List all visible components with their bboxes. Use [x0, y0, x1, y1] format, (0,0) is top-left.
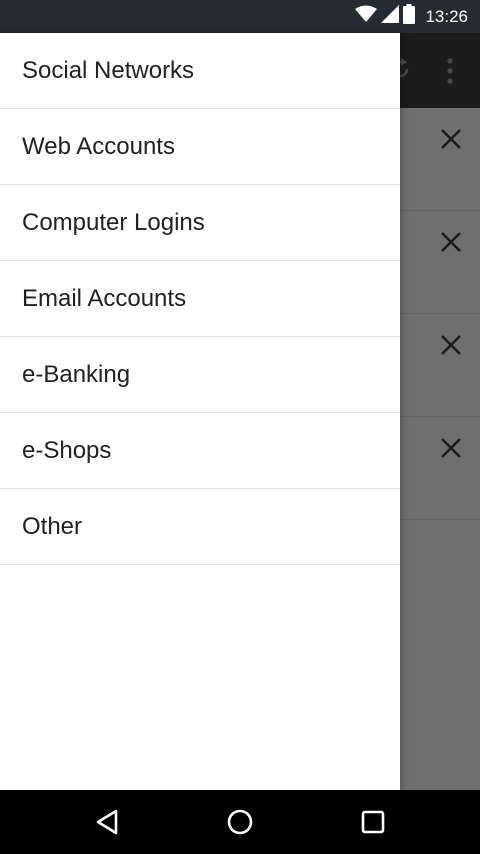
- drawer-item-label: Other: [22, 512, 83, 540]
- battery-icon: [403, 4, 416, 29]
- cell-signal-icon: [381, 5, 400, 28]
- status-bar: 13:26: [0, 0, 480, 33]
- drawer-item-label: Web Accounts: [22, 132, 175, 160]
- drawer-item-computer-logins[interactable]: Computer Logins: [0, 185, 400, 261]
- drawer-item-label: e-Shops: [22, 436, 112, 464]
- drawer-item-e-banking[interactable]: e-Banking: [0, 337, 400, 413]
- drawer-item-web-accounts[interactable]: Web Accounts: [0, 109, 400, 185]
- drawer-item-email-accounts[interactable]: Email Accounts: [0, 261, 400, 337]
- drawer-item-other[interactable]: Other: [0, 489, 400, 565]
- drawer-item-label: e-Banking: [22, 360, 131, 388]
- drawer-item-social-networks[interactable]: Social Networks: [0, 33, 400, 109]
- drawer-item-e-shops[interactable]: e-Shops: [0, 413, 400, 489]
- drawer-item-label: Email Accounts: [22, 284, 187, 312]
- navigation-drawer: Social Networks Web Accounts Computer Lo…: [0, 33, 400, 790]
- drawer-item-label: Computer Logins: [22, 208, 205, 236]
- back-icon[interactable]: [91, 806, 123, 838]
- status-clock: 13:26: [425, 6, 468, 26]
- wifi-icon: [355, 5, 378, 28]
- drawer-item-label: Social Networks: [22, 56, 195, 84]
- screen: 13:26 Social Networks Web Accounts Compu…: [0, 0, 480, 854]
- home-icon[interactable]: [224, 806, 256, 838]
- status-icons: 13:26: [355, 4, 468, 29]
- recents-icon[interactable]: [357, 806, 389, 838]
- system-nav-bar: [0, 790, 480, 854]
